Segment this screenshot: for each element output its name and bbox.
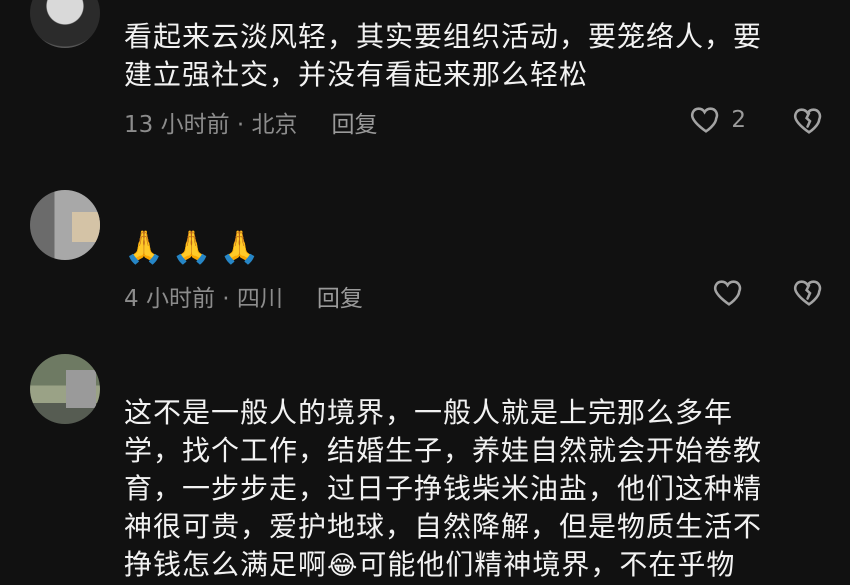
comment-text-segment: 可能他们精神境界，不在乎物 (358, 548, 736, 581)
comment-text: 🙏🙏🙏 (124, 228, 268, 266)
comment-line: 学，找个工作，结婚生子，养娃自然就会开始卷教 (124, 434, 763, 467)
comment-meta: 4 小时前 · 四川 回复 (124, 279, 363, 313)
comment-text: 这不是一般人的境界，一般人就是上完那么多年 学，找个工作，结婚生子，养娃自然就会… (124, 394, 824, 585)
heart-outline-icon (713, 280, 742, 306)
comment-text: 看起来云淡风轻，其实要组织活动，要笼络人，要 建立强社交，并没有看起来那么轻松 (124, 18, 824, 94)
like-button[interactable] (712, 276, 746, 310)
dislike-button[interactable] (792, 104, 826, 142)
comment-meta: 13 小时前 · 北京 回复 (124, 105, 378, 139)
comment-line: 看起来云淡风轻，其实要组织活动，要笼络人，要 (124, 20, 763, 53)
reply-button[interactable]: 回复 (317, 279, 363, 313)
dislike-button[interactable] (792, 276, 826, 314)
avatar[interactable] (30, 354, 100, 424)
broken-heart-icon (793, 108, 822, 134)
comment-text-segment: 挣钱怎么满足啊 (124, 548, 328, 581)
avatar[interactable] (30, 0, 100, 48)
comment-line: 这不是一般人的境界，一般人就是上完那么多年 (124, 396, 734, 429)
comment-time-location: 4 小时前 · 四川 (124, 286, 283, 312)
laughing-emoji-icon: 😂 (327, 551, 359, 581)
comment-line: 育，一步步走，过日子挣钱柴米油盐，他们这种精 (124, 472, 763, 505)
broken-heart-icon (793, 280, 822, 306)
like-button[interactable]: 2 (689, 103, 746, 137)
comment-line: 建立强社交，并没有看起来那么轻松 (124, 58, 589, 91)
heart-outline-icon (691, 107, 719, 133)
reply-button[interactable]: 回复 (332, 105, 378, 139)
comment-line: 挣钱怎么满足啊😂可能他们精神境界，不在乎物 (124, 546, 824, 585)
comment-line: 神很可贵，爱护地球，自然降解，但是物质生活不 (124, 510, 763, 543)
comment-time-location: 13 小时前 · 北京 (124, 112, 298, 138)
like-count: 2 (731, 107, 746, 133)
avatar[interactable] (30, 190, 100, 260)
